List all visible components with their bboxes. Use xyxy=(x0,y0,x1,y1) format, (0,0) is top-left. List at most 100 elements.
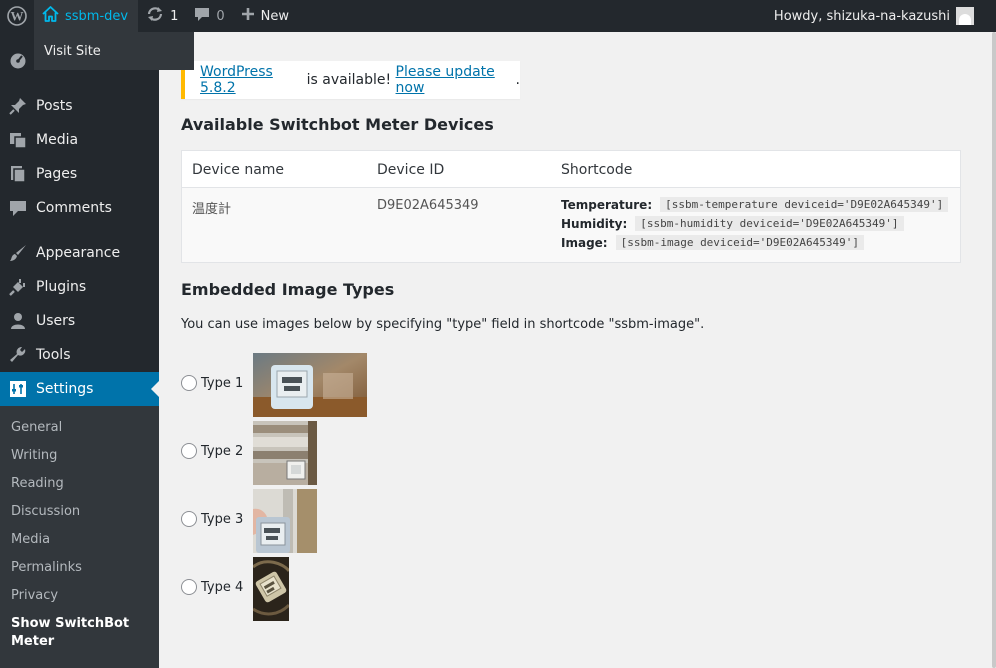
sidebar-item-comments[interactable]: Comments xyxy=(0,191,159,225)
devices-heading: Available Switchbot Meter Devices xyxy=(181,115,494,134)
shortcode-label: Image: xyxy=(561,235,608,250)
brush-icon xyxy=(0,244,36,262)
avatar xyxy=(956,7,974,25)
sidebar-item-appearance[interactable]: Appearance xyxy=(0,236,159,270)
scrollbar[interactable] xyxy=(992,32,996,668)
shortcode-label: Humidity: xyxy=(561,216,628,231)
settings-submenu: General Writing Reading Discussion Media… xyxy=(0,406,159,668)
new-content-link[interactable]: New xyxy=(233,0,297,32)
shortcode-label: Temperature: xyxy=(561,197,653,212)
type-2-radio[interactable] xyxy=(181,443,197,459)
media-icon xyxy=(0,131,36,149)
sliders-icon xyxy=(0,380,36,398)
sidebar-item-plugins[interactable]: Plugins xyxy=(0,270,159,304)
submenu-item-writing[interactable]: Writing xyxy=(11,448,57,463)
type-4-radio[interactable] xyxy=(181,579,197,595)
sidebar-item-label: Plugins xyxy=(36,279,87,295)
type-label: Type 4 xyxy=(201,579,244,595)
update-notice: WordPress 5.8.2 is available! Please upd… xyxy=(181,61,520,99)
update-now-link[interactable]: Please update now xyxy=(396,64,516,96)
dashboard-icon xyxy=(0,51,36,69)
pages-icon xyxy=(0,165,36,183)
sidebar-item-label: Users xyxy=(36,313,76,329)
image-types-description: You can use images below by specifying "… xyxy=(181,317,705,332)
image-types-heading: Embedded Image Types xyxy=(181,280,395,299)
type-2-option[interactable]: Type 2 xyxy=(181,443,253,459)
sidebar-item-posts[interactable]: Posts xyxy=(0,89,159,123)
comments-count: 0 xyxy=(216,8,225,24)
visit-site-link[interactable]: Visit Site xyxy=(44,44,101,59)
column-device-id: Device ID xyxy=(377,162,445,178)
type-4-image xyxy=(253,557,289,621)
scrollbar-thumb[interactable] xyxy=(992,32,996,668)
type-1-radio[interactable] xyxy=(181,375,197,391)
sidebar-item-users[interactable]: Users xyxy=(0,304,159,338)
comments-link[interactable]: 0 xyxy=(186,0,232,32)
type-4-option[interactable]: Type 4 xyxy=(181,579,253,595)
type-3-image xyxy=(253,489,317,553)
refresh-icon xyxy=(146,6,164,26)
admin-bar: W ssbm-dev 1 0 New Howdy, shizuka-na-kaz… xyxy=(0,0,996,32)
site-name-link[interactable]: ssbm-dev xyxy=(34,0,139,32)
submenu-item-show-switchbot-meter[interactable]: Show SwitchBot Meter xyxy=(11,615,131,651)
plugin-icon xyxy=(0,278,36,296)
shortcode-image: Image: [ssbm-image deviceid='D9E02A64534… xyxy=(561,235,865,250)
svg-text:W: W xyxy=(11,9,24,24)
column-shortcode: Shortcode xyxy=(561,162,633,178)
home-icon xyxy=(42,6,59,26)
sidebar-item-pages[interactable]: Pages xyxy=(0,157,159,191)
sidebar-item-tools[interactable]: Tools xyxy=(0,338,159,372)
new-label: New xyxy=(260,8,290,24)
shortcode-code[interactable]: [ssbm-temperature deviceid='D9E02A645349… xyxy=(660,197,949,212)
notice-end: . xyxy=(515,72,520,88)
pin-icon xyxy=(0,97,36,115)
device-id-cell: D9E02A645349 xyxy=(377,198,479,213)
type-1-option[interactable]: Type 1 xyxy=(181,375,253,391)
type-label: Type 3 xyxy=(201,511,244,527)
table-row: 温度計 D9E02A645349 Temperature: [ssbm-temp… xyxy=(182,188,960,262)
shortcode-code[interactable]: [ssbm-image deviceid='D9E02A645349'] xyxy=(615,235,865,250)
type-label: Type 2 xyxy=(201,443,244,459)
type-1-image xyxy=(253,353,367,417)
sidebar-item-label: Appearance xyxy=(36,245,121,261)
sidebar-item-media[interactable]: Media xyxy=(0,123,159,157)
type-2-image xyxy=(253,421,317,485)
user-icon xyxy=(0,312,36,330)
submenu-item-discussion[interactable]: Discussion xyxy=(11,504,80,519)
type-3-option[interactable]: Type 3 xyxy=(181,511,253,527)
sidebar-item-label: Tools xyxy=(36,347,71,363)
type-label: Type 1 xyxy=(201,375,244,391)
sidebar-item-label: Posts xyxy=(36,98,73,114)
greeting-text: Howdy, shizuka-na-kazushi xyxy=(773,8,950,24)
admin-sidebar: Posts Media Pages Comments Appearance Pl… xyxy=(0,32,159,668)
site-name-label: ssbm-dev xyxy=(65,8,129,24)
my-account-link[interactable]: Howdy, shizuka-na-kazushi xyxy=(766,0,996,32)
plus-icon xyxy=(241,7,255,25)
submenu-item-media[interactable]: Media xyxy=(11,532,50,547)
site-dropdown-menu: Visit Site xyxy=(34,32,194,70)
submenu-item-permalinks[interactable]: Permalinks xyxy=(11,560,82,575)
submenu-item-privacy[interactable]: Privacy xyxy=(11,588,58,603)
submenu-item-general[interactable]: General xyxy=(11,420,62,435)
devices-table: Device name Device ID Shortcode 温度計 D9E0… xyxy=(181,150,961,263)
sidebar-item-label: Settings xyxy=(36,381,94,397)
updates-count: 1 xyxy=(170,8,179,24)
sidebar-item-label: Media xyxy=(36,132,79,148)
shortcode-humidity: Humidity: [ssbm-humidity deviceid='D9E02… xyxy=(561,216,904,231)
shortcode-code[interactable]: [ssbm-humidity deviceid='D9E02A645349'] xyxy=(635,216,904,231)
notice-text: is available! xyxy=(302,72,396,88)
updates-link[interactable]: 1 xyxy=(138,0,186,32)
wordpress-logo-icon[interactable]: W xyxy=(0,0,34,32)
type-3-radio[interactable] xyxy=(181,511,197,527)
shortcode-temperature: Temperature: [ssbm-temperature deviceid=… xyxy=(561,197,949,212)
wrench-icon xyxy=(0,346,36,364)
sidebar-item-label: Pages xyxy=(36,166,78,182)
sidebar-item-settings[interactable]: Settings xyxy=(0,372,159,406)
submenu-item-reading[interactable]: Reading xyxy=(11,476,64,491)
table-header: Device name Device ID Shortcode xyxy=(182,151,960,188)
wordpress-version-link[interactable]: WordPress 5.8.2 xyxy=(200,64,302,96)
comment-icon xyxy=(0,199,36,217)
main-content: WordPress 5.8.2 is available! Please upd… xyxy=(159,32,992,668)
column-device-name: Device name xyxy=(192,162,285,178)
sidebar-item-label: Comments xyxy=(36,200,112,216)
